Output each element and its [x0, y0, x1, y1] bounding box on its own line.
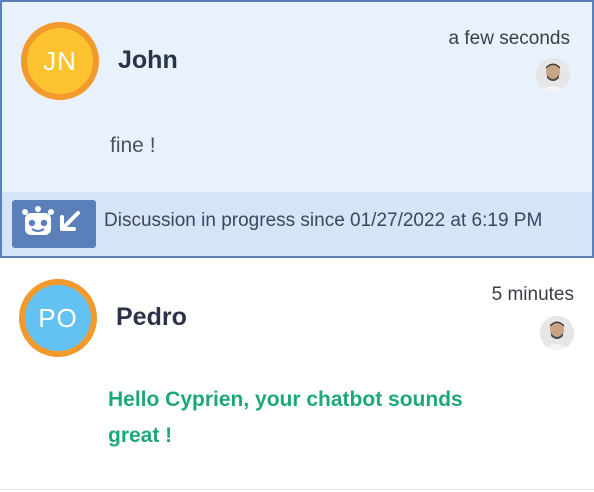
discussion-status-bar: Discussion in progress since 01/27/2022 …	[2, 192, 592, 256]
arrow-down-left-icon	[60, 211, 80, 231]
avatar-initials: PO	[38, 302, 78, 333]
contact-name: Pedro	[116, 303, 187, 331]
discussion-status-text: Discussion in progress since 01/27/2022 …	[104, 210, 543, 231]
last-message-time: a few seconds	[448, 28, 570, 49]
conversation-card-john[interactable]: JN John a few seconds fine ! Discussion …	[0, 0, 594, 258]
last-message: Hello Cyprien, your chatbot sounds great…	[108, 388, 463, 447]
bot-status-badge[interactable]	[12, 200, 96, 248]
conversation-list: JN John a few seconds fine ! Discussion …	[0, 0, 594, 492]
agent-avatar-icon	[540, 316, 574, 350]
contact-avatar: JN	[21, 22, 99, 100]
agent-avatar-icon	[536, 58, 570, 92]
last-message-time: 5 minutes	[491, 284, 574, 305]
last-message: fine !	[110, 134, 156, 157]
contact-avatar: PO	[19, 279, 97, 357]
contact-name: John	[118, 46, 178, 74]
bot-icon	[22, 206, 54, 235]
conversation-card-pedro[interactable]: PO Pedro 5 minutes Hello Cyprien, your c…	[0, 258, 594, 490]
avatar-initials: JN	[43, 45, 77, 76]
